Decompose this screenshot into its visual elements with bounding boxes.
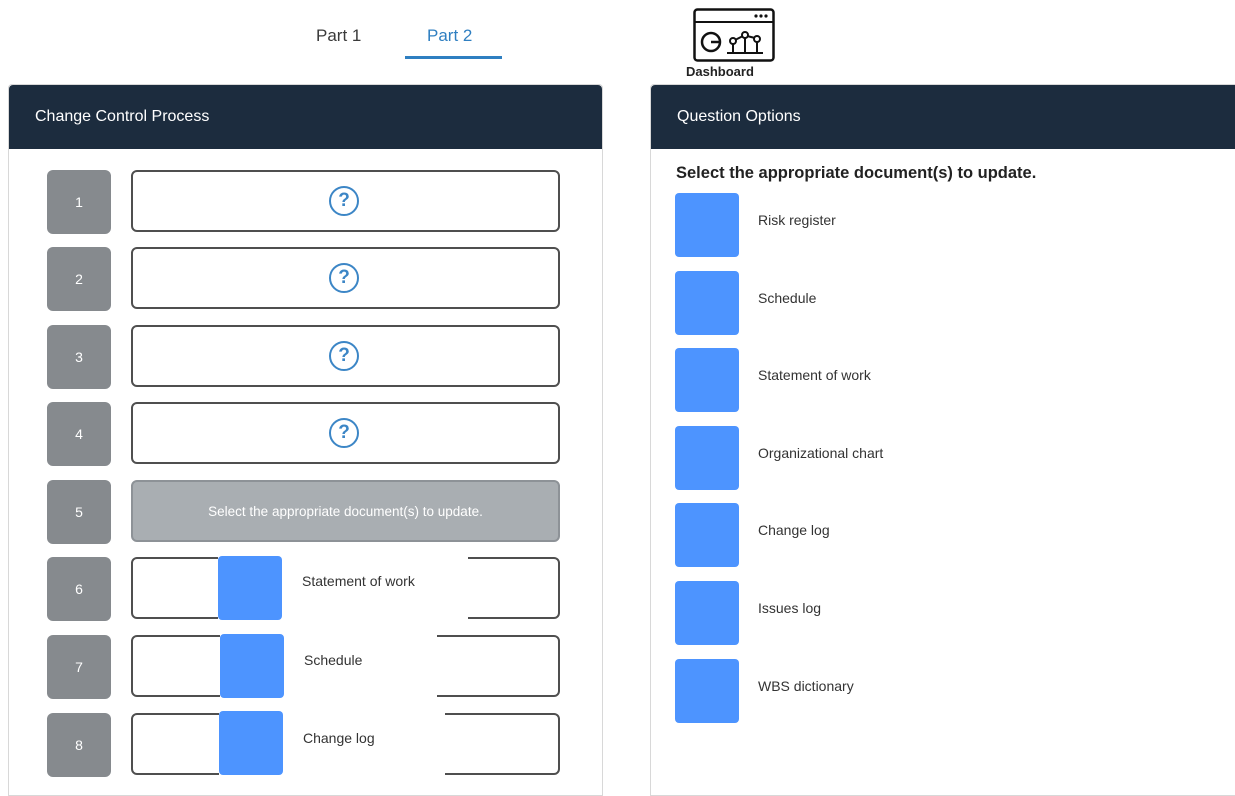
option-label: Statement of work [758,367,871,383]
row-number-3: 3 [47,325,111,389]
drag-handle[interactable] [675,426,739,490]
drag-handle[interactable] [218,556,282,620]
change-control-title: Change Control Process [35,108,210,125]
row-number-4: 4 [47,402,111,466]
question-mark-icon: ? [329,186,359,216]
question-options-header: Question Options [651,85,1235,149]
placed-item-label: Change log [303,730,375,746]
drag-handle[interactable] [675,581,739,645]
drag-handle[interactable] [675,271,739,335]
row-number-7: 7 [47,635,111,699]
question-options-title: Question Options [677,108,801,125]
question-mark-icon: ? [329,263,359,293]
placed-item-label: Schedule [304,652,363,668]
option-label: Change log [758,522,830,538]
option-issues-log[interactable]: Issues log [675,581,821,645]
placed-item-statement-of-work[interactable]: Statement of work [218,555,468,621]
placed-item-change-log[interactable]: Change log [219,710,445,776]
option-label: WBS dictionary [758,678,854,694]
drag-handle[interactable] [219,711,283,775]
drag-handle[interactable] [675,193,739,257]
option-label: Issues log [758,600,822,616]
drop-slot-1[interactable]: ? [131,170,560,232]
option-organizational-chart[interactable]: Organizational chart [675,426,883,490]
change-control-header: Change Control Process [9,85,602,149]
row-number-6: 6 [47,557,111,621]
drag-handle[interactable] [675,503,739,567]
option-label: Organizational chart [758,445,884,461]
drop-slot-2[interactable]: ? [131,247,560,309]
tab-part-1[interactable]: Part 1 [316,26,361,46]
option-wbs-dictionary[interactable]: WBS dictionary [675,659,854,723]
drop-slot-4[interactable]: ? [131,402,560,464]
option-label: Schedule [758,290,817,306]
tab-part-2[interactable]: Part 2 [427,26,472,46]
option-schedule[interactable]: Schedule [675,271,816,335]
prompt-row-5[interactable]: Select the appropriate document(s) to up… [131,480,560,542]
dashboard-icon[interactable] [693,8,775,62]
drag-handle[interactable] [675,348,739,412]
question-mark-icon: ? [329,418,359,448]
question-mark-icon: ? [329,341,359,371]
dashboard-label[interactable]: Dashboard [686,64,754,79]
row-number-1: 1 [47,170,111,234]
option-risk-register[interactable]: Risk register [675,193,836,257]
option-change-log[interactable]: Change log [675,503,830,567]
active-tab-indicator [405,56,502,59]
placed-item-label: Statement of work [302,573,415,589]
drop-slot-3[interactable]: ? [131,325,560,387]
row-number-8: 8 [47,713,111,777]
drag-handle[interactable] [675,659,739,723]
row-number-5: 5 [47,480,111,544]
option-label: Risk register [758,212,836,228]
drag-handle[interactable] [220,634,284,698]
question-text: Select the appropriate document(s) to up… [676,164,1037,182]
option-statement-of-work[interactable]: Statement of work [675,348,871,412]
row-number-2: 2 [47,247,111,311]
placed-item-schedule[interactable]: Schedule [220,633,437,699]
